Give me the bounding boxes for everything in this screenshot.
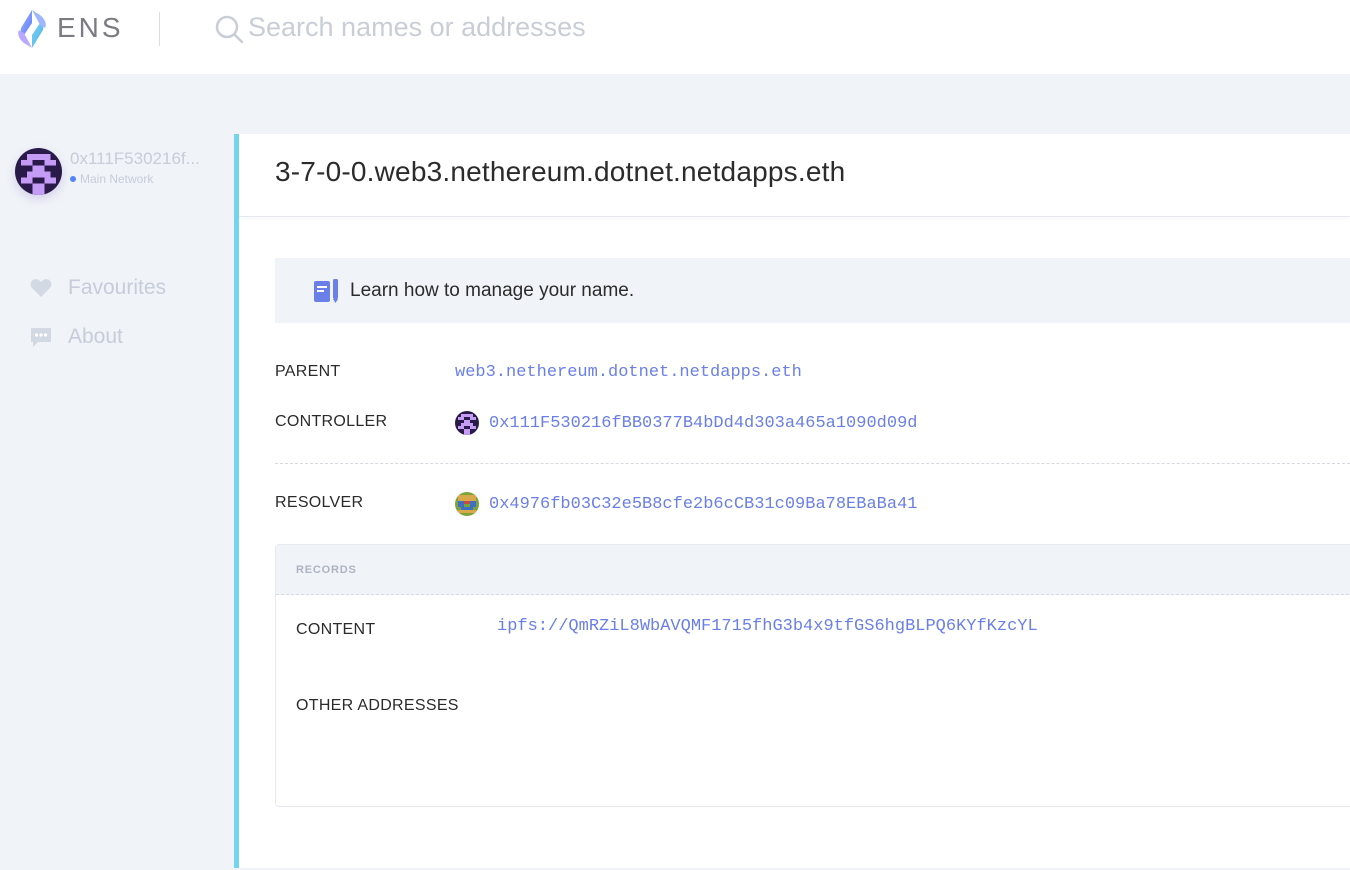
other-addresses-label: OTHER ADDRESSES [296,697,459,714]
resolver-avatar [455,492,479,516]
search-input[interactable] [248,8,948,46]
sidebar-item-label: Favourites [68,276,167,299]
page-title: 3-7-0-0.web3.nethereum.dotnet.netdapps.e… [275,156,846,187]
account-info[interactable]: 0x111F530216f... Main Network [15,148,230,198]
resolver-address-link[interactable]: 0x4976fb03C32e5B8cfe2b6cCB31c09Ba78EBaBa… [489,495,917,514]
resolver-address-row: 0x4976fb03C32e5B8cfe2b6cCB31c09Ba78EBaBa… [455,492,917,516]
parent-link[interactable]: web3.nethereum.dotnet.netdapps.eth [455,363,802,382]
controller-avatar [455,411,479,435]
search-icon [215,15,244,44]
top-bar: ENS [0,0,1350,74]
avatar [15,148,62,195]
content-hash-link[interactable]: ipfs://QmRZiL8WbAVQMF1715fhG3b4x9tfGS6hg… [497,617,1038,636]
card-header: 3-7-0-0.web3.nethereum.dotnet.netdapps.e… [239,134,1350,217]
section-divider [275,463,1350,464]
sidebar-item-favourites[interactable]: Favourites [29,273,219,303]
chat-bubble-icon [31,328,51,347]
network-status-dot-icon [70,175,76,182]
logo-text[interactable]: ENS [57,12,124,44]
name-details-card: 3-7-0-0.web3.nethereum.dotnet.netdapps.e… [234,134,1350,868]
heart-icon [30,279,52,297]
ens-logo-icon[interactable] [14,9,50,49]
sidebar-item-label: About [68,325,123,348]
controller-address-row: 0x111F530216fBB0377B4bDd4d303a465a1090d0… [455,411,917,435]
parent-label: PARENT [275,363,341,380]
learn-banner-text: Learn how to manage your name. [350,279,635,301]
controller-address-link[interactable]: 0x111F530216fBB0377B4bDd4d303a465a1090d0… [489,414,917,433]
resolver-label: RESOLVER [275,494,364,511]
header-divider [159,12,160,46]
records-title: RECORDS [296,563,357,576]
controller-label: CONTROLLER [275,413,388,430]
book-icon [314,278,338,303]
network-status: Main Network [70,172,153,186]
network-label: Main Network [80,172,154,186]
sidebar-item-about[interactable]: About [29,322,219,352]
account-address: 0x111F530216f... [70,149,200,168]
records-header: RECORDS [276,545,1350,595]
content-label: CONTENT [296,621,376,638]
learn-manage-banner[interactable]: Learn how to manage your name. [275,258,1350,323]
records-panel: RECORDS CONTENT ipfs://QmRZiL8WbAVQMF171… [275,544,1350,807]
